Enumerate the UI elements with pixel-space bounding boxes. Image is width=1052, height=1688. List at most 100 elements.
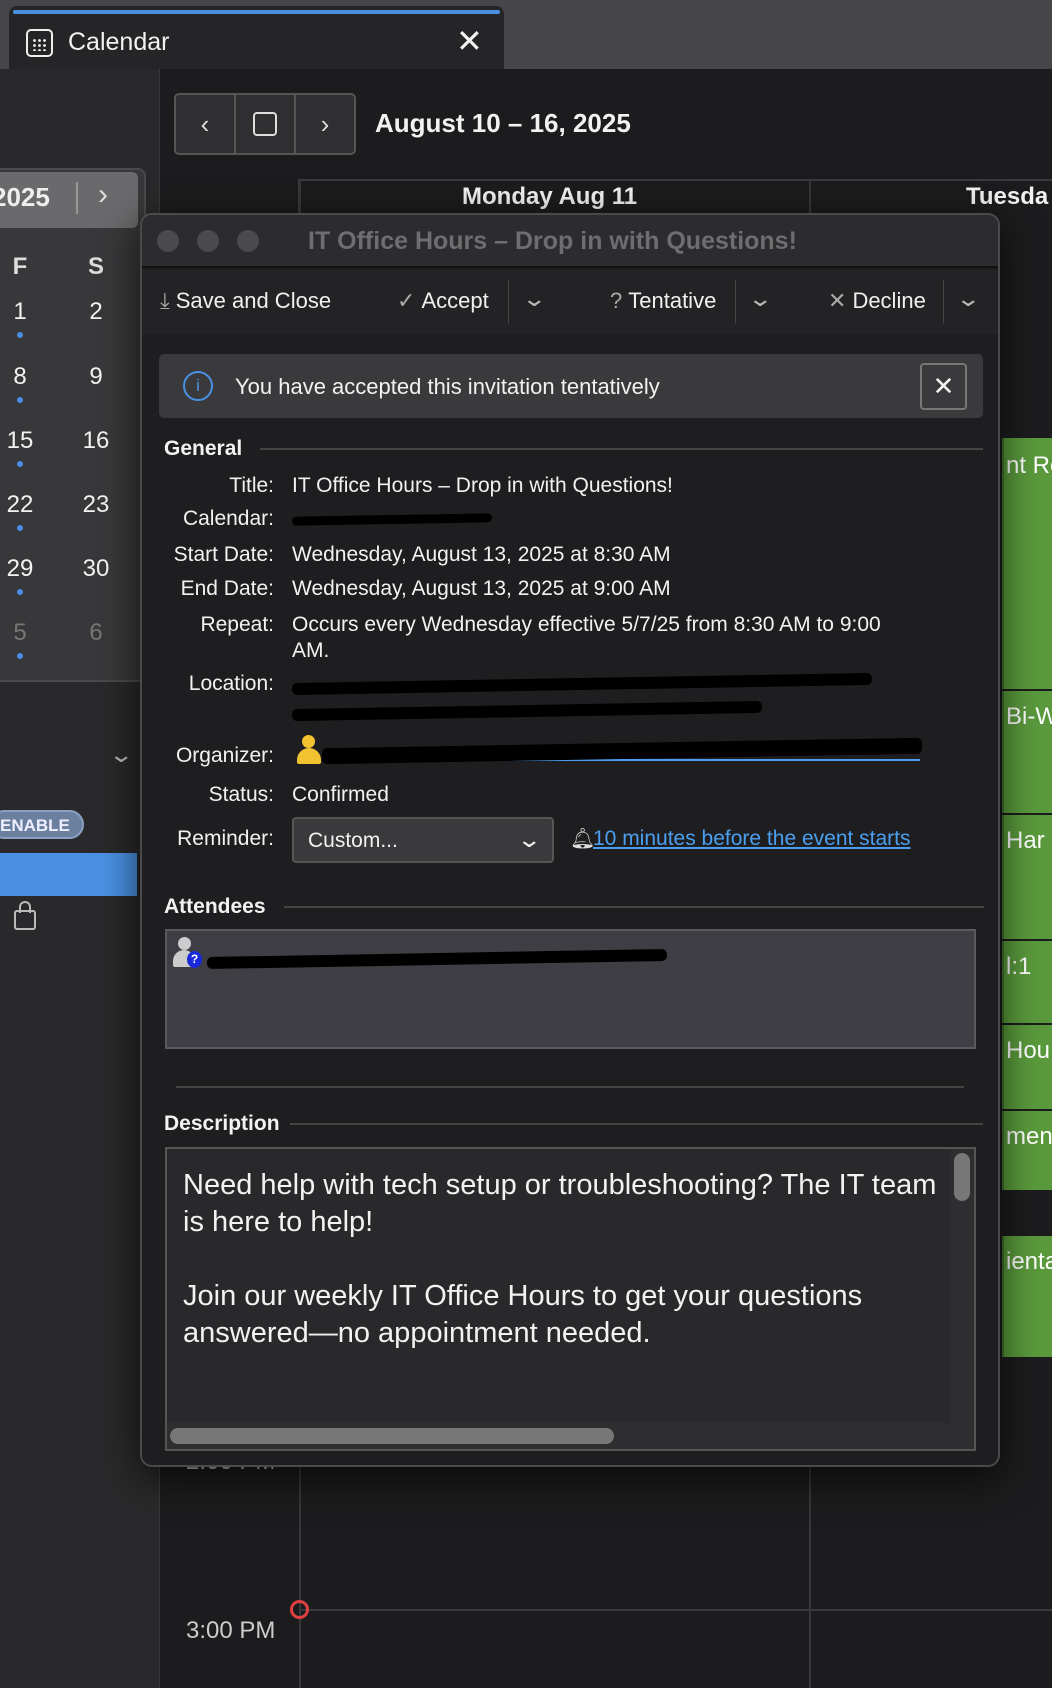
event-title: Har <box>1006 827 1045 854</box>
reminder-select[interactable]: Custom... ⌄ <box>292 817 554 863</box>
redaction <box>291 672 873 696</box>
calendar-event[interactable]: Bi-W <box>1002 691 1052 813</box>
description-text: Need help with tech setup or troubleshoo… <box>183 1169 937 1349</box>
decline-options-chevron-icon[interactable]: ⌄ <box>955 286 981 312</box>
reminder-link[interactable]: 10 minutes before the event starts <box>593 827 911 851</box>
event-title: men <box>1006 1123 1052 1150</box>
tab-calendar[interactable]: Calendar ✕ <box>9 6 504 69</box>
mini-calendar-day[interactable]: 6 <box>76 619 116 647</box>
end-date-value: Wednesday, August 13, 2025 at 9:00 AM <box>292 577 671 600</box>
save-and-close-button[interactable]: ⤓ Save and Close <box>160 288 331 314</box>
mini-calendar-day[interactable]: 22 <box>0 491 40 519</box>
accept-options-chevron-icon[interactable]: ⌄ <box>521 286 547 312</box>
divider <box>508 280 509 324</box>
dismiss-banner-button[interactable]: ✕ <box>920 363 967 410</box>
redaction <box>291 513 493 526</box>
redaction <box>291 700 763 722</box>
divider <box>176 1086 964 1088</box>
mini-calendar-day[interactable]: 29 <box>0 555 40 583</box>
bell-icon: 🔔︎ <box>570 828 596 850</box>
event-indicator-dot <box>17 461 23 467</box>
start-date-value: Wednesday, August 13, 2025 at 8:30 AM <box>292 543 671 566</box>
mini-calendar-day[interactable]: 1 <box>0 298 40 326</box>
mini-calendar-day[interactable]: 9 <box>76 363 116 391</box>
field-label: Organizer: <box>175 744 274 767</box>
dialog-title: IT Office Hours – Drop in with Questions… <box>308 227 797 255</box>
event-indicator-dot <box>17 589 23 595</box>
close-tab-button[interactable]: ✕ <box>456 22 483 60</box>
mini-calendar-day[interactable]: 30 <box>76 555 116 583</box>
download-icon: ⤓ <box>160 288 170 313</box>
vertical-scrollbar[interactable] <box>954 1153 970 1201</box>
decline-button[interactable]: ✕ Decline <box>828 288 926 314</box>
section-heading-general: General <box>164 437 243 460</box>
mini-calendar-day[interactable]: 5 <box>0 619 40 647</box>
date-range-title: August 10 – 16, 2025 <box>375 108 631 138</box>
mini-calendar-day[interactable]: 2 <box>76 298 116 326</box>
weekday-header: S <box>87 253 104 280</box>
tentative-options-chevron-icon[interactable]: ⌄ <box>747 286 773 312</box>
date-navigation: ‹ › <box>174 93 356 155</box>
chevron-down-icon[interactable]: ⌄ <box>108 742 134 768</box>
dialog-toolbar: ⤓ Save and Close ✓ Accept ⌄ ? Tentative ⌄ ✕… <box>142 270 998 334</box>
tab-label: Calendar <box>68 28 170 56</box>
field-label: End Date: <box>180 577 274 600</box>
accept-button[interactable]: ✓ Accept <box>397 288 489 314</box>
tentative-button[interactable]: ? Tentative <box>610 288 716 314</box>
event-title: Hou <box>1006 1037 1051 1064</box>
question-icon: ? <box>610 288 623 313</box>
enable-badge[interactable]: ENABLE <box>0 810 84 839</box>
chevron-down-icon: ⌄ <box>515 827 542 852</box>
close-window-button[interactable] <box>157 230 179 252</box>
today-button[interactable] <box>236 95 296 153</box>
mini-calendar-day[interactable]: 16 <box>76 427 116 455</box>
info-icon: i <box>183 371 213 401</box>
zoom-window-button[interactable] <box>237 230 259 252</box>
calendar-event[interactable]: l:1 <box>1002 941 1052 1023</box>
button-label: Decline <box>852 288 926 313</box>
mini-calendar <box>0 168 146 682</box>
day-header-row: Monday Aug 11 Tuesda <box>298 179 1052 215</box>
attendees-list[interactable]: ? <box>165 929 976 1049</box>
info-banner: i You have accepted this invitation tent… <box>159 354 983 418</box>
checkmark-icon: ✓ <box>397 288 416 313</box>
dialog-titlebar[interactable]: IT Office Hours – Drop in with Questions… <box>142 215 998 268</box>
divider <box>76 182 78 214</box>
next-week-button[interactable]: › <box>296 95 354 153</box>
event-title: ienta <box>1006 1248 1052 1275</box>
horizontal-scrollbar[interactable] <box>170 1428 614 1444</box>
time-label: 3:00 PM <box>186 1617 276 1644</box>
calendar-icon <box>253 112 277 136</box>
repeat-value: Occurs every Wednesday effective 5/7/25 … <box>292 613 881 636</box>
mini-calendar-day[interactable]: 23 <box>76 491 116 519</box>
divider <box>290 1123 983 1125</box>
button-label: Save and Close <box>175 288 332 313</box>
description-textarea[interactable]: Need help with tech setup or troubleshoo… <box>165 1147 976 1451</box>
current-time-indicator <box>290 1600 309 1619</box>
event-indicator-dot <box>17 397 23 403</box>
calendar-event[interactable]: ienta <box>1002 1236 1052 1357</box>
mini-calendar-day[interactable]: 15 <box>0 427 40 455</box>
calendar-event[interactable]: Hou <box>1002 1025 1052 1109</box>
day-header-tuesday[interactable]: Tuesda <box>966 183 1048 211</box>
active-tab-indicator <box>13 10 500 14</box>
mini-next-month-button[interactable]: › <box>98 178 108 212</box>
minimize-window-button[interactable] <box>197 230 219 252</box>
calendar-event[interactable]: nt Re <box>1002 438 1052 689</box>
status-value: Confirmed <box>292 783 389 806</box>
x-icon: ✕ <box>828 288 847 313</box>
calendar-event[interactable]: men <box>1002 1111 1052 1190</box>
day-header-monday[interactable]: Monday Aug 11 <box>462 183 637 211</box>
calendar-event[interactable]: Har <box>1002 815 1052 939</box>
field-label: Reminder: <box>177 827 274 850</box>
divider <box>735 280 736 324</box>
field-label: Location: <box>188 672 274 695</box>
event-title: Bi-W <box>1006 703 1052 730</box>
selected-calendar-row[interactable] <box>0 853 137 896</box>
previous-week-button[interactable]: ‹ <box>176 95 236 153</box>
info-message: You have accepted this invitation tentat… <box>235 374 660 399</box>
mini-calendar-day[interactable]: 8 <box>0 363 40 391</box>
attendee-unknown-status-icon: ? <box>173 937 202 969</box>
calendar-icon <box>26 29 53 57</box>
divider <box>284 906 984 908</box>
